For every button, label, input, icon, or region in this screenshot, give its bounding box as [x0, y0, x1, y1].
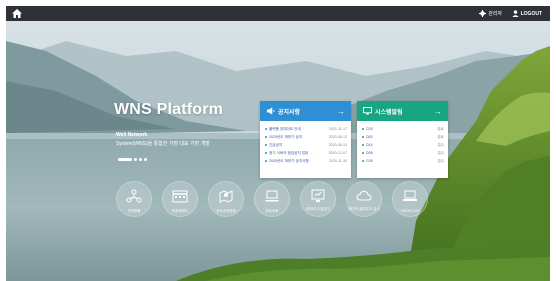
system-alert-status: 접수: [437, 142, 444, 147]
slide-indicator-dot[interactable]: [144, 158, 147, 161]
notice-item[interactable]: 긴급공지 2020-08-13: [265, 141, 347, 149]
bullet: [265, 136, 267, 138]
notice-item-date: 2020-11-30: [328, 159, 347, 163]
admin-link[interactable]: 관리자: [479, 8, 502, 19]
slide-indicator[interactable]: [118, 158, 147, 161]
bullet: [362, 136, 364, 138]
system-alert-item[interactable]: D14 접수: [362, 141, 444, 149]
quick-link-data-cloud[interactable]: [346, 181, 382, 217]
bullet: [265, 144, 267, 146]
gear-icon: [479, 10, 487, 17]
system-alert-item[interactable]: D02 완료: [362, 133, 444, 141]
map-icon: [219, 190, 233, 203]
monitor-icon: [311, 189, 325, 202]
system-alert-code: D02: [366, 135, 373, 139]
bullet: [265, 128, 267, 130]
notice-item-title: 정기 서버의 점검공지 업된 …: [269, 150, 313, 155]
slide-indicator-active[interactable]: [118, 158, 132, 161]
logout-label: LOGOUT: [520, 10, 542, 17]
platform-subtitle-line2: System(WNS)을 통합한 가장 대표 가장 개발: [116, 141, 210, 147]
notice-header[interactable]: 공지사항 →: [260, 101, 351, 121]
calendar-icon: [172, 190, 188, 203]
system-alert-card: 시스템알림 → C03 완료 D02 완료 D14 접수 D05 접수 C05 접수: [357, 101, 448, 178]
notice-card: 공지사항 → 플랫폼 업데이트 안내 2021-11-17 2020년도 하반기 …: [260, 101, 351, 178]
system-alert-status: 접수: [437, 150, 444, 155]
notice-item-title: 긴급공지: [269, 142, 283, 147]
notice-title: 공지사항: [278, 109, 301, 116]
megaphone-icon: [266, 107, 275, 115]
platform-subtitle-line1: Well Network: [116, 132, 148, 138]
notice-item-title: 플랫폼 업데이트 안내: [269, 126, 301, 131]
quick-link-label: MODFLOW: [400, 209, 420, 213]
slide-indicator-dot[interactable]: [139, 158, 142, 161]
quick-link-label: 현장체계도: [171, 209, 189, 213]
quick-link-label: 공사공정현황: [216, 209, 236, 213]
system-alert-status: 완료: [437, 134, 444, 139]
system-alert-more-arrow-icon[interactable]: →: [434, 107, 442, 116]
laptop-icon: [265, 190, 279, 202]
bullet: [362, 144, 364, 146]
bullet: [265, 160, 267, 162]
user-icon: [511, 10, 519, 17]
system-alert-code: D14: [366, 143, 373, 147]
bullet: [362, 160, 364, 162]
system-alert-item[interactable]: C05 접수: [362, 157, 444, 165]
notice-item[interactable]: 플랫폼 업데이트 안내 2021-11-17: [265, 125, 347, 133]
notice-item[interactable]: 정기 서버의 점검공지 업된 … 2020-12-07: [265, 149, 347, 157]
computer-icon: [403, 190, 417, 201]
notice-item-title: 2020년도 하반기 공지: [269, 134, 303, 139]
platform-title: WNS Platform: [114, 101, 224, 118]
home-icon[interactable]: [11, 8, 23, 19]
app-frame: 관리자 LOGOUT WNS Platform Well Network Sys…: [6, 6, 550, 281]
system-alert-item[interactable]: D05 접수: [362, 149, 444, 157]
system-alert-code: D05: [366, 151, 373, 155]
notice-item-date: 2020-08-13: [328, 143, 347, 147]
system-alert-title: 시스템알림: [375, 109, 403, 116]
network-icon: [126, 189, 142, 203]
bullet: [362, 152, 364, 154]
system-alert-status: 완료: [437, 126, 444, 131]
quick-links: 관리현황 현장체계도 공사공정현황 자료조회 데이터 수집분석 데이터 클라우드…: [116, 181, 436, 226]
system-alert-item[interactable]: C03 완료: [362, 125, 444, 133]
system-alert-code: C03: [366, 127, 373, 131]
slide-indicator-dot[interactable]: [134, 158, 137, 161]
system-alert-status: 접수: [437, 158, 444, 163]
monitor-icon: [363, 107, 372, 115]
top-bar: 관리자 LOGOUT: [6, 6, 550, 21]
quick-link-label: 자료조회: [265, 209, 279, 213]
notice-item-title: 2020년도 하반기 공지사항: [269, 158, 309, 163]
bullet: [265, 152, 267, 154]
system-alert-code: C05: [366, 159, 373, 163]
notice-item-date: 2020-08-13: [328, 135, 347, 139]
notice-more-arrow-icon[interactable]: →: [337, 107, 345, 116]
bullet: [362, 128, 364, 130]
notice-item-date: 2021-11-17: [328, 127, 347, 131]
quick-link-label: 관리현황: [127, 209, 141, 213]
quick-link-data-collection[interactable]: [300, 181, 336, 217]
quick-link-label: 데이터 클라우드 분석: [348, 207, 380, 211]
quick-link-label: 데이터 수집분석: [305, 207, 331, 211]
notice-item[interactable]: 2020년도 하반기 공지 2020-08-13: [265, 133, 347, 141]
cloud-icon: [356, 190, 372, 201]
notice-item[interactable]: 2020년도 하반기 공지사항 2020-11-30: [265, 157, 347, 165]
admin-label: 관리자: [488, 11, 502, 17]
notice-item-date: 2020-12-07: [328, 151, 347, 155]
hero-banner: WNS Platform Well Network System(WNS)을 통…: [6, 21, 550, 281]
logout-button[interactable]: LOGOUT: [511, 8, 542, 19]
system-alert-header[interactable]: 시스템알림 →: [357, 101, 448, 121]
